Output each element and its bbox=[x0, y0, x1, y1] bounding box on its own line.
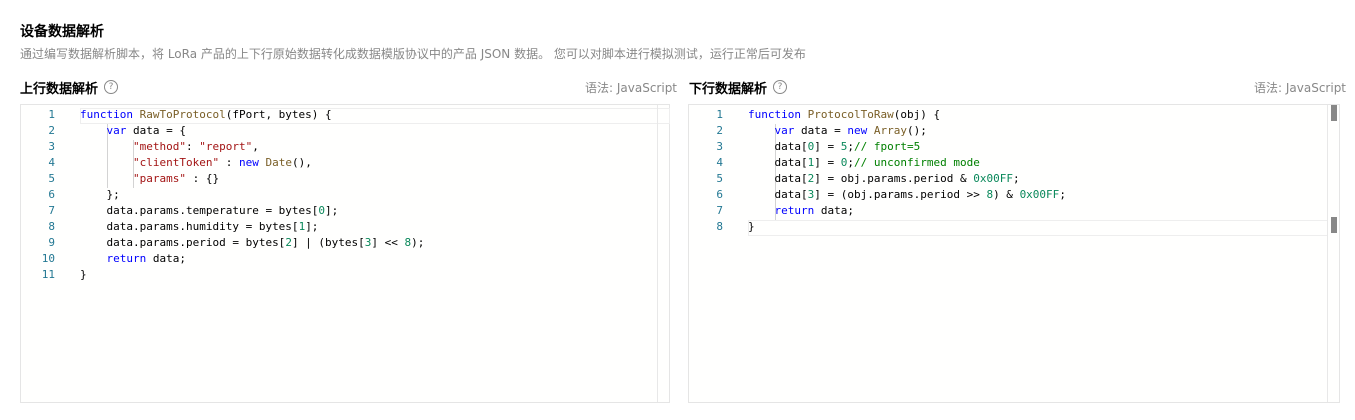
uplink-lang-label: 语法: JavaScript bbox=[585, 81, 678, 95]
code-line: data.params.temperature = bytes[0]; bbox=[106, 204, 339, 217]
code-line: data[2] = obj.params.period & 0x00FF; bbox=[774, 172, 1020, 185]
code-line: data.params.period = bytes[2] | (bytes[3… bbox=[106, 236, 425, 249]
code-line: } bbox=[748, 220, 755, 233]
code-line: var data = { bbox=[106, 124, 186, 137]
line-number: 1 bbox=[48, 108, 55, 121]
line-number: 5 bbox=[716, 172, 723, 185]
code-line: data[3] = (obj.params.period >> 8) & 0x0… bbox=[774, 188, 1066, 201]
vertical-scrollbar[interactable] bbox=[657, 105, 669, 402]
page-title: 设备数据解析 bbox=[20, 24, 104, 40]
uplink-code-editor[interactable]: 1 2 3 4 5 6 7 8 9 10 11 function RawToPr… bbox=[20, 104, 670, 403]
downlink-code-editor[interactable]: 1 2 3 4 5 6 7 8 function ProtocolToRaw(o… bbox=[688, 104, 1340, 403]
line-number: 7 bbox=[716, 204, 723, 217]
code-line: return data; bbox=[106, 252, 187, 265]
line-number: 8 bbox=[716, 220, 723, 233]
code-line: var data = new Array(); bbox=[774, 124, 927, 137]
line-number: 2 bbox=[716, 124, 723, 137]
code-line: data.params.humidity = bytes[1]; bbox=[106, 220, 319, 233]
scrollbar-marker bbox=[1331, 217, 1337, 233]
line-number: 2 bbox=[48, 124, 55, 137]
code-line: data[1] = 0;// unconfirmed mode bbox=[774, 156, 980, 169]
vertical-scrollbar[interactable] bbox=[1327, 105, 1339, 402]
line-number: 3 bbox=[48, 140, 55, 153]
line-number: 6 bbox=[716, 188, 723, 201]
code-line: } bbox=[80, 268, 87, 281]
line-number: 3 bbox=[716, 140, 723, 153]
page-description: 通过编写数据解析脚本，将 LoRa 产品的上下行原始数据转化成数据模版协议中的产… bbox=[20, 47, 806, 61]
line-number-gutter: 1 2 3 4 5 6 7 8 9 10 11 bbox=[21, 105, 61, 402]
uplink-header: 上行数据解析 ? bbox=[20, 77, 119, 97]
line-number: 8 bbox=[48, 220, 55, 233]
uplink-title: 上行数据解析 bbox=[20, 81, 99, 97]
help-icon[interactable]: ? bbox=[773, 80, 788, 94]
line-number: 10 bbox=[41, 252, 55, 265]
line-number: 7 bbox=[48, 204, 55, 217]
downlink-lang-label: 语法: JavaScript bbox=[1254, 81, 1347, 95]
downlink-title: 下行数据解析 bbox=[689, 81, 768, 97]
code-line: return data; bbox=[774, 204, 855, 217]
code-line: "method": "report", bbox=[132, 140, 259, 153]
code-line: function RawToProtocol(fPort, bytes) { bbox=[80, 108, 332, 121]
code-line: data[0] = 5;// fport=5 bbox=[774, 140, 921, 153]
line-number: 9 bbox=[48, 236, 55, 249]
code-line: function ProtocolToRaw(obj) { bbox=[748, 108, 941, 121]
line-number: 11 bbox=[41, 268, 55, 281]
line-number: 1 bbox=[716, 108, 723, 121]
line-number: 6 bbox=[48, 188, 55, 201]
code-line: }; bbox=[106, 188, 120, 201]
line-number: 4 bbox=[48, 156, 55, 169]
line-number-gutter: 1 2 3 4 5 6 7 8 bbox=[689, 105, 729, 402]
help-icon[interactable]: ? bbox=[104, 80, 119, 94]
code-line: "clientToken" : new Date(), bbox=[132, 156, 312, 169]
scrollbar-thumb[interactable] bbox=[1331, 105, 1337, 121]
downlink-header: 下行数据解析 ? bbox=[689, 77, 788, 97]
line-number: 4 bbox=[716, 156, 723, 169]
line-number: 5 bbox=[48, 172, 55, 185]
code-line: "params" : {} bbox=[132, 172, 220, 185]
current-line-highlight bbox=[748, 220, 1328, 236]
